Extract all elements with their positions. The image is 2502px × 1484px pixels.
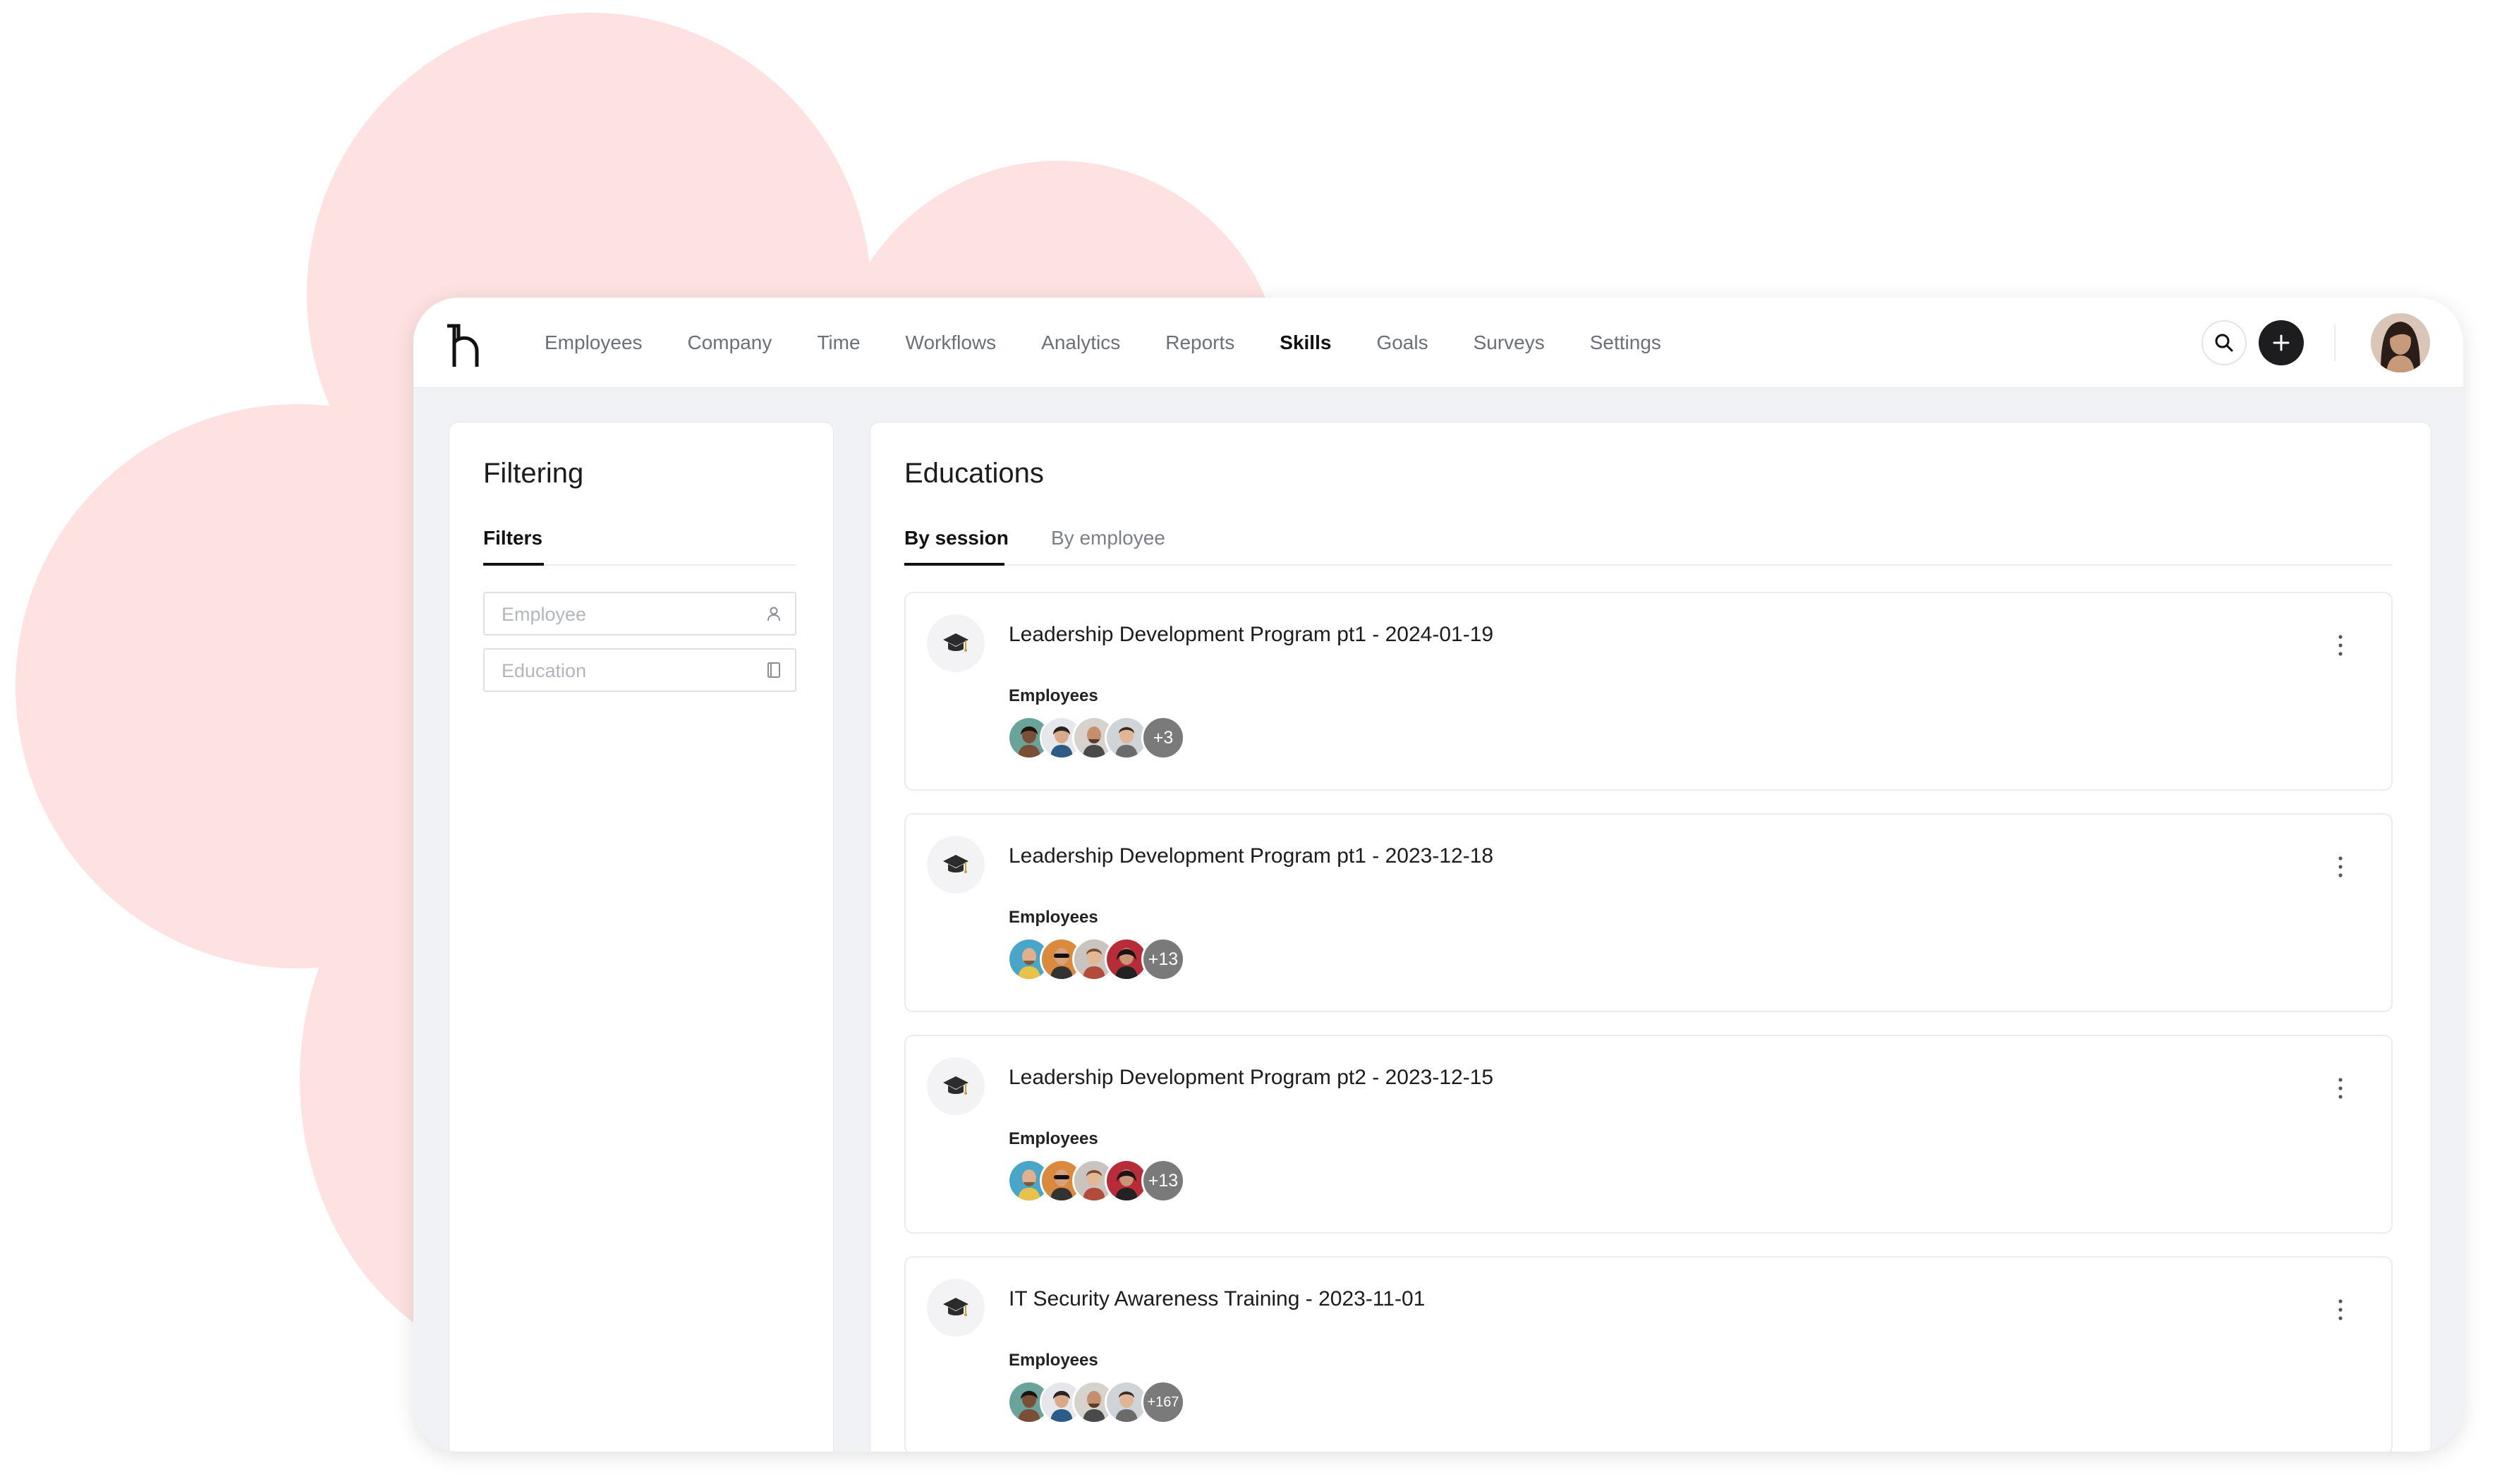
session-card[interactable]: Leadership Development Program pt1 - 202… xyxy=(904,592,2393,791)
nav-item-time[interactable]: Time xyxy=(817,332,860,354)
employees-label: Employees xyxy=(1009,908,1098,927)
filtering-panel: Filtering Filters xyxy=(449,422,834,1452)
filtering-title: Filtering xyxy=(483,458,584,489)
more-employees-badge[interactable]: +3 xyxy=(1141,716,1185,760)
person-icon xyxy=(767,607,780,621)
education-filter-input[interactable] xyxy=(500,650,757,692)
employees-label: Employees xyxy=(1009,1351,1098,1370)
educations-panel: Educations By session By employee Leader… xyxy=(870,422,2431,1452)
active-tab-indicator xyxy=(483,563,544,566)
nav-item-surveys[interactable]: Surveys xyxy=(1474,332,1545,354)
more-options-icon[interactable] xyxy=(2333,630,2348,661)
more-employees-badge[interactable]: +13 xyxy=(1141,1159,1185,1203)
nav-item-skills[interactable]: Skills xyxy=(1280,332,1331,354)
employee-filter-input[interactable] xyxy=(500,593,757,635)
employees-label: Employees xyxy=(1009,1129,1098,1148)
tabs-divider xyxy=(904,564,2393,566)
session-title[interactable]: IT Security Awareness Training - 2023-11… xyxy=(1009,1287,1425,1311)
user-avatar[interactable] xyxy=(2371,313,2430,372)
education-filter[interactable] xyxy=(483,648,796,692)
search-button[interactable] xyxy=(2202,320,2247,365)
graduation-cap-icon xyxy=(927,1279,985,1337)
tab-by-session[interactable]: By session xyxy=(904,527,1009,549)
book-icon xyxy=(767,662,780,678)
session-card[interactable]: Leadership Development Program pt1 - 202… xyxy=(904,813,2393,1012)
add-button[interactable] xyxy=(2259,320,2304,365)
tab-filters[interactable]: Filters xyxy=(483,527,542,549)
tab-by-employee[interactable]: By employee xyxy=(1051,527,1165,549)
graduation-cap-icon xyxy=(927,1057,985,1115)
graduation-cap-icon xyxy=(927,836,985,894)
nav-item-analytics[interactable]: Analytics xyxy=(1041,332,1120,354)
session-title[interactable]: Leadership Development Program pt1 - 202… xyxy=(1009,844,1493,868)
nav-item-company[interactable]: Company xyxy=(688,332,772,354)
session-title[interactable]: Leadership Development Program pt2 - 202… xyxy=(1009,1066,1493,1090)
active-tab-indicator xyxy=(904,563,1004,566)
session-card[interactable]: IT Security Awareness Training - 2023-11… xyxy=(904,1256,2393,1452)
employee-filter[interactable] xyxy=(483,592,796,635)
brand-logo[interactable] xyxy=(443,323,482,370)
main-nav: Employees Company Time Workflows Analyti… xyxy=(545,298,1706,387)
more-options-icon[interactable] xyxy=(2333,851,2348,882)
plus-icon xyxy=(2273,334,2290,351)
more-options-icon[interactable] xyxy=(2333,1073,2348,1104)
session-title[interactable]: Leadership Development Program pt1 - 202… xyxy=(1009,623,1493,647)
nav-item-workflows[interactable]: Workflows xyxy=(906,332,997,354)
session-card[interactable]: Leadership Development Program pt2 - 202… xyxy=(904,1035,2393,1234)
nav-item-goals[interactable]: Goals xyxy=(1376,332,1428,354)
more-options-icon[interactable] xyxy=(2333,1294,2348,1325)
graduation-cap-icon xyxy=(927,614,985,672)
educations-title: Educations xyxy=(904,458,1044,489)
app-window: Employees Company Time Workflows Analyti… xyxy=(413,298,2463,1452)
nav-item-reports[interactable]: Reports xyxy=(1165,332,1234,354)
nav-item-employees[interactable]: Employees xyxy=(545,332,643,354)
employees-label: Employees xyxy=(1009,686,1098,705)
more-employees-badge[interactable]: +167 xyxy=(1141,1380,1185,1424)
top-navigation-bar: Employees Company Time Workflows Analyti… xyxy=(413,298,2463,388)
search-icon xyxy=(2215,334,2233,352)
divider xyxy=(2334,324,2336,361)
more-employees-badge[interactable]: +13 xyxy=(1141,937,1185,981)
nav-item-settings[interactable]: Settings xyxy=(1590,332,1661,354)
